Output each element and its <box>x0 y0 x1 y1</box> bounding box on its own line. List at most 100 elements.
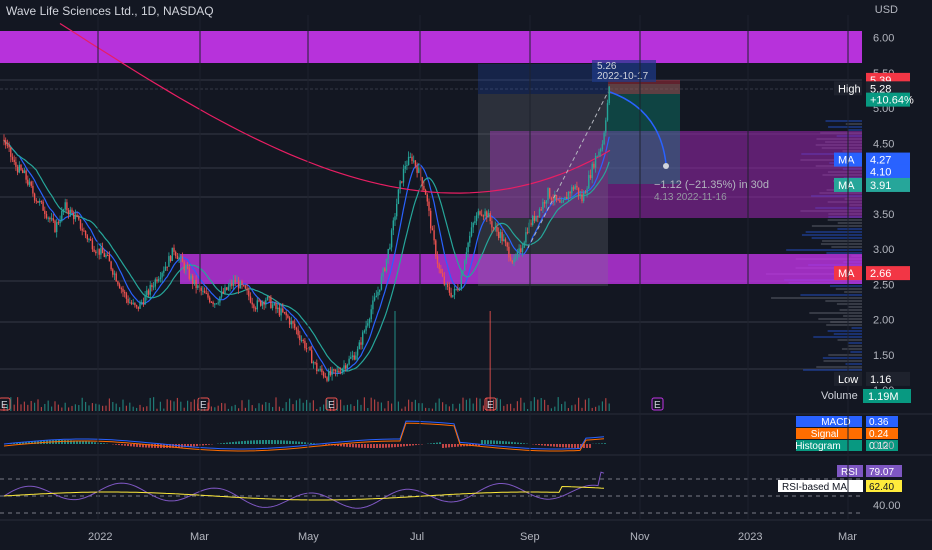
candle-body <box>6 144 9 146</box>
candle-body <box>100 247 102 255</box>
macd-hist-bar <box>208 444 210 445</box>
candle-body <box>73 212 75 220</box>
volume-bar <box>217 405 219 411</box>
time-tick-label: Nov <box>630 531 650 543</box>
candle-body <box>353 355 355 360</box>
candle-body <box>64 202 66 210</box>
candle-body <box>305 348 308 350</box>
candle-body <box>317 370 320 372</box>
volume-bar <box>588 398 590 411</box>
candle-body <box>550 197 553 200</box>
candle-body <box>5 140 7 145</box>
volume-bar <box>40 407 42 411</box>
candle-body <box>62 209 65 212</box>
volume-bar <box>255 408 257 411</box>
candle-body <box>23 170 26 174</box>
candle-body <box>209 297 211 302</box>
candle-body <box>560 202 563 204</box>
candle-body <box>440 269 442 274</box>
volume-profile-bar <box>837 339 862 341</box>
macd-label: Histogram <box>795 441 841 452</box>
volume-bar <box>68 407 70 411</box>
rsi-value: 79.07 <box>869 467 894 478</box>
candle-body <box>373 297 376 301</box>
candle-body <box>79 219 82 229</box>
price-tag-label: MA <box>838 155 855 167</box>
candle-body <box>401 181 403 183</box>
macd-hist-bar <box>457 444 459 447</box>
volume-bar <box>81 397 83 411</box>
price-chart[interactable]: 5.26 2022-10-17 −1.12 (−21.35%) in 30d 4… <box>0 0 932 550</box>
volume-bar <box>581 407 583 411</box>
macd-hist-bar <box>556 444 558 447</box>
candle-body <box>523 242 525 248</box>
volume-profile-bar <box>843 315 862 317</box>
candle-body <box>142 302 145 305</box>
candle-body <box>334 369 337 372</box>
macd-hist-bar <box>481 440 483 444</box>
time-tick-label: May <box>298 531 319 543</box>
candle-body <box>27 179 29 185</box>
macd-hist-bar <box>274 440 276 444</box>
macd-hist-bar <box>412 444 414 446</box>
time-tick-label: Mar <box>190 531 209 543</box>
candle-body <box>533 215 536 221</box>
price-tag-value: 2.66 <box>870 268 891 280</box>
macd-hist-bar <box>253 440 255 444</box>
candle-body <box>601 144 604 150</box>
candle-body <box>275 303 277 309</box>
macd-hist-bar <box>241 441 243 444</box>
macd-hist-bar <box>574 444 576 448</box>
macd-hist-bar <box>154 444 156 448</box>
candle-body <box>71 209 73 213</box>
volume-bar <box>91 403 93 411</box>
volume-bar <box>316 408 318 411</box>
volume-bar <box>27 404 29 411</box>
candle-body <box>413 160 415 162</box>
candle-body <box>10 147 12 157</box>
candle-body <box>236 280 238 282</box>
macd-hist-bar <box>415 444 417 446</box>
time-tick-label: 2023 <box>738 531 762 543</box>
candle-body <box>78 216 80 220</box>
macd-hist-bar <box>604 443 606 444</box>
candle-body <box>207 293 209 298</box>
candle-body <box>297 329 299 336</box>
macd-hist-bar <box>370 444 372 448</box>
volume-bar <box>20 404 22 411</box>
volume-bar <box>129 402 131 411</box>
candle-body <box>277 307 279 309</box>
macd-hist-bar <box>352 444 354 448</box>
candle-body <box>125 293 128 299</box>
candle-body <box>377 291 379 296</box>
volume-bar <box>601 401 603 411</box>
macd-hist-bar <box>85 441 87 444</box>
candle-body <box>581 194 583 202</box>
candle-body <box>166 266 168 268</box>
volume-bar <box>306 399 308 411</box>
rsi-value: 62.40 <box>869 482 894 493</box>
candle-body <box>362 332 364 345</box>
zone-top <box>0 31 862 63</box>
volume-bar <box>85 401 87 411</box>
candle-body <box>518 248 520 252</box>
candle-body <box>509 257 512 261</box>
candle-body <box>311 350 313 364</box>
candle-body <box>295 327 298 330</box>
candle-body <box>91 240 94 250</box>
candle-body <box>137 306 139 309</box>
candle-body <box>496 227 498 232</box>
volume-label: Volume <box>821 390 858 402</box>
volume-bar <box>391 403 393 411</box>
candle-body <box>3 139 5 141</box>
volume-bar <box>170 400 172 411</box>
candle-body <box>407 156 410 166</box>
volume-bar <box>530 401 532 411</box>
candle-body <box>241 281 243 286</box>
candle-body <box>433 230 435 241</box>
candle-body <box>120 288 122 290</box>
candle-body <box>321 368 323 373</box>
candle-body <box>294 323 296 328</box>
price-tick-label: 3.50 <box>873 209 894 221</box>
candle-body <box>331 369 333 376</box>
